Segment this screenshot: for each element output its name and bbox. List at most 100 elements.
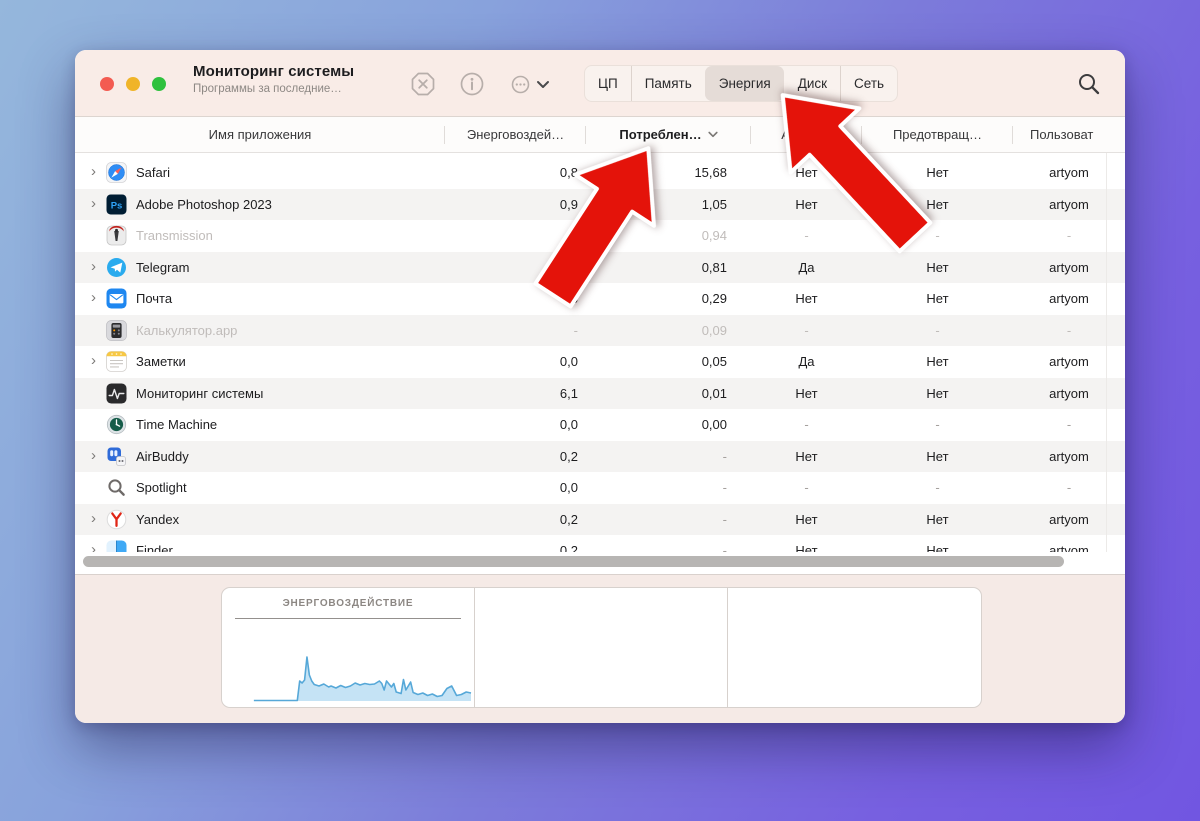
sleep-value: -	[862, 323, 1013, 338]
sleep-value: Нет	[862, 260, 1013, 275]
minimize-window-button[interactable]	[126, 77, 140, 91]
window-title: Мониторинг системы	[193, 63, 354, 80]
app-name-label: Spotlight	[136, 480, 187, 495]
power-value: 0,81	[586, 260, 751, 275]
table-row[interactable]: ›Finder0,2-НетНетartyom	[75, 535, 1125, 552]
title-bar: Мониторинг системы Программы за последни…	[75, 50, 1125, 117]
app-name-cell: ›Spotlight	[75, 477, 445, 498]
notes-app-icon	[106, 351, 127, 372]
power-value: 1,05	[586, 197, 751, 212]
table-row[interactable]: ›Калькулятор.app-0,09---	[75, 315, 1125, 347]
disclosure-chevron-icon[interactable]: ›	[91, 259, 106, 274]
table-row[interactable]: ›Почта0,60,29НетНетartyom	[75, 283, 1125, 315]
disclosure-chevron-icon[interactable]: ›	[91, 196, 106, 211]
tab-Сеть[interactable]: Сеть	[840, 66, 897, 101]
table-row[interactable]: ›Time Machine0,00,00---	[75, 409, 1125, 441]
sleep-value: Нет	[862, 291, 1013, 306]
appnap-value: -	[751, 228, 862, 243]
disclosure-chevron-icon[interactable]: ›	[91, 290, 106, 305]
stats-empty-cell-right	[728, 588, 981, 707]
column-header-name[interactable]: Имя приложения	[75, 117, 445, 152]
energy-value: 0,0	[445, 480, 586, 495]
app-name-label: Почта	[136, 291, 172, 306]
bottom-stats-panel: ЭНЕРГОВОЗДЕЙСТВИЕ	[75, 574, 1125, 723]
column-header-user[interactable]: Пользоват	[1013, 117, 1125, 152]
user-value: -	[1013, 417, 1125, 432]
energy-value: 0,8	[445, 165, 586, 180]
column-header-energy[interactable]: Энерговоздей…	[445, 117, 586, 152]
app-name-label: Мониторинг системы	[136, 386, 263, 401]
user-value: artyom	[1013, 543, 1125, 552]
calculator-app-icon	[106, 320, 127, 341]
more-options-chevron-icon[interactable]	[536, 80, 550, 89]
sleep-value: -	[862, 480, 1013, 495]
close-window-button[interactable]	[100, 77, 114, 91]
disclosure-chevron-icon[interactable]: ›	[91, 542, 106, 552]
appnap-value: Нет	[751, 386, 862, 401]
app-name-cell: ›Time Machine	[75, 414, 445, 435]
search-icon[interactable]	[1077, 72, 1101, 96]
app-name-cell: ›PsAdobe Photoshop 2023	[75, 194, 445, 215]
app-name-cell: ›Telegram	[75, 257, 445, 278]
table-row[interactable]: ›Yandex0,2-НетНетartyom	[75, 504, 1125, 536]
table-row[interactable]: ›Мониторинг системы6,10,01НетНетartyom	[75, 378, 1125, 410]
user-value: artyom	[1013, 291, 1125, 306]
column-header-label: Имя приложения	[209, 127, 312, 142]
app-name-cell: › Safari	[75, 162, 445, 183]
tab-Диск[interactable]: Диск	[784, 66, 840, 101]
quit-process-icon[interactable]	[410, 71, 436, 97]
table-row[interactable]: ›Заметки0,00,05ДаНетartyom	[75, 346, 1125, 378]
app-name-cell: › Finder	[75, 540, 445, 552]
spotlight-app-icon	[106, 477, 127, 498]
app-name-cell: ›Калькулятор.app	[75, 320, 445, 341]
inspect-info-icon[interactable]	[459, 71, 485, 97]
table-row[interactable]: ›AirBuddy0,2-НетНетartyom	[75, 441, 1125, 473]
user-value: artyom	[1013, 354, 1125, 369]
power-value: 0,09	[586, 323, 751, 338]
app-name-label: Finder	[136, 543, 173, 552]
disclosure-chevron-icon[interactable]: ›	[91, 164, 106, 179]
column-header-appnap[interactable]: App Nap	[751, 117, 862, 152]
last-column-divider	[1106, 153, 1107, 552]
energy-value: 0,9	[445, 197, 586, 212]
window-title-block: Мониторинг системы Программы за последни…	[193, 63, 354, 95]
energy-value: -	[445, 228, 586, 243]
app-name-label: Safari	[136, 165, 170, 180]
table-row[interactable]: ›Spotlight0,0----	[75, 472, 1125, 504]
horizontal-scrollbar-track	[75, 552, 1125, 574]
horizontal-scrollbar-thumb[interactable]	[83, 556, 1064, 567]
app-name-cell: › Заметки	[75, 351, 445, 372]
tab-ЦП[interactable]: ЦП	[585, 66, 631, 101]
appnap-value: Нет	[751, 165, 862, 180]
power-value: -	[586, 543, 751, 552]
user-value: -	[1013, 228, 1125, 243]
disclosure-chevron-icon[interactable]: ›	[91, 353, 106, 368]
app-name-cell: ›Yandex	[75, 509, 445, 530]
energy-value: -	[445, 323, 586, 338]
table-row[interactable]: ›Telegram0,10,81ДаНетartyom	[75, 252, 1125, 284]
tab-Энергия[interactable]: Энергия	[705, 66, 784, 101]
disclosure-chevron-icon[interactable]: ›	[91, 448, 106, 463]
appnap-value: -	[751, 417, 862, 432]
user-value: -	[1013, 323, 1125, 338]
power-value: -	[586, 480, 751, 495]
user-value: artyom	[1013, 386, 1125, 401]
table-row[interactable]: ›Safari0,815,68НетНетartyom	[75, 157, 1125, 189]
zoom-window-button[interactable]	[152, 77, 166, 91]
column-header-sleep[interactable]: Предотвращ…	[862, 117, 1013, 152]
table-row[interactable]: ›PsAdobe Photoshop 20230,91,05НетНетarty…	[75, 189, 1125, 221]
app-name-label: Adobe Photoshop 2023	[136, 197, 272, 212]
activity-app-icon	[106, 383, 127, 404]
energy-value: 6,1	[445, 386, 586, 401]
more-options-icon[interactable]	[511, 75, 530, 94]
disclosure-chevron-icon[interactable]: ›	[91, 511, 106, 526]
column-header-power[interactable]: Потреблен…	[586, 117, 751, 152]
activity-monitor-window: Мониторинг системы Программы за последни…	[75, 50, 1125, 723]
table-row[interactable]: ›Transmission-0,94---	[75, 220, 1125, 252]
tab-Память[interactable]: Память	[631, 66, 705, 101]
appnap-value: Нет	[751, 197, 862, 212]
energy-value: 0,2	[445, 512, 586, 527]
app-name-label: Заметки	[136, 354, 186, 369]
power-value: -	[586, 449, 751, 464]
power-value: 15,68	[586, 165, 751, 180]
